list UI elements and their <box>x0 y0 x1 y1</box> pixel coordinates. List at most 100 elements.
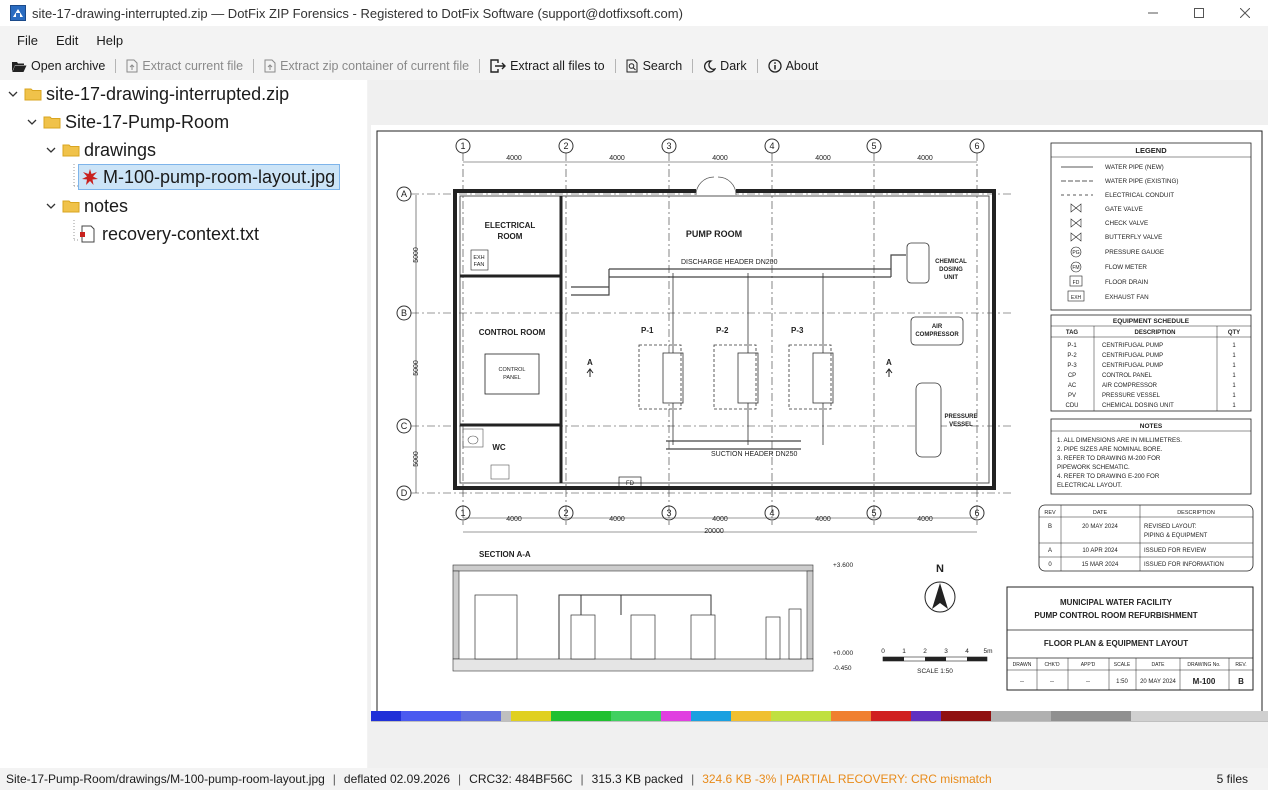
toolbar-separator <box>692 59 694 73</box>
dim-label: 4000 <box>506 155 522 162</box>
tree-item-root-zip[interactable]: site-17-drawing-interrupted.zip <box>6 81 289 107</box>
maximize-button[interactable] <box>1176 0 1222 26</box>
toolbar-separator <box>479 59 481 73</box>
suction-header-label: SUCTION HEADER DN250 <box>711 451 797 458</box>
schedule-header: TAG <box>1066 330 1079 336</box>
extract-current-label: Extract current file <box>142 59 244 73</box>
menu-help[interactable]: Help <box>89 30 130 51</box>
schedule-cell: CDU <box>1066 403 1079 409</box>
svg-text:COMPRESSOR: COMPRESSOR <box>915 332 959 338</box>
room-label: PUMP ROOM <box>686 229 742 239</box>
rev-header: REV <box>1044 510 1056 516</box>
room-label: WC <box>492 443 506 452</box>
grid-col-label: 1 <box>460 141 465 151</box>
close-button[interactable] <box>1222 0 1268 26</box>
menu-file[interactable]: File <box>10 30 45 51</box>
extract-all-button[interactable]: Extract all files to <box>487 57 607 75</box>
tree-item-label: drawings <box>84 139 157 160</box>
maximize-icon <box>1194 8 1204 18</box>
info-icon <box>767 59 782 73</box>
chevron-down-icon[interactable] <box>6 87 20 101</box>
menu-bar: File Edit Help <box>0 28 1268 52</box>
notes-title: NOTES <box>1140 423 1163 430</box>
schedule-cell: CP <box>1068 373 1076 379</box>
close-icon <box>1240 8 1250 18</box>
scale-tick: 1 <box>902 648 906 655</box>
svg-text:N: N <box>936 563 944 575</box>
schedule-cell: AIR COMPRESSOR <box>1102 383 1158 389</box>
grid-col-label: 6 <box>974 508 979 518</box>
extract-current-file-button[interactable]: Extract current file <box>123 57 246 75</box>
scale-tick: 5m <box>983 648 992 655</box>
text-file-icon <box>80 225 95 243</box>
status-method: deflated 02.09.2026 <box>343 772 451 786</box>
dim-label: 4000 <box>609 516 625 523</box>
dim-label: 4000 <box>712 155 728 162</box>
open-folder-icon <box>12 61 27 72</box>
toolbar-separator <box>115 59 117 73</box>
extract-zip-container-button[interactable]: Extract zip container of current file <box>261 57 472 75</box>
schedule-cell: CONTROL PANEL <box>1102 373 1153 379</box>
rev-cell: 10 APR 2024 <box>1082 548 1118 554</box>
status-separator: | <box>458 772 462 786</box>
scale-tick: 4 <box>965 648 969 655</box>
dim-label: 4000 <box>609 155 625 162</box>
search-button[interactable]: Search <box>623 57 686 75</box>
svg-text:A: A <box>886 358 892 367</box>
tb-header: DRAWING No. <box>1187 662 1220 668</box>
dark-mode-button[interactable]: Dark <box>700 57 749 75</box>
legend-item: WATER PIPE (NEW) <box>1105 164 1164 171</box>
grid-row-label: D <box>401 488 408 498</box>
svg-text:AIR: AIR <box>932 324 943 330</box>
tree-item-notes-folder[interactable]: notes <box>44 193 128 219</box>
scale-tick: 0 <box>881 648 885 655</box>
rev-header: DESCRIPTION <box>1177 510 1215 516</box>
pump-label: P-1 <box>641 326 654 335</box>
exhaust-fan-label: EXH FAN <box>473 255 484 268</box>
legend-item: FLOW METER <box>1105 264 1147 271</box>
chevron-down-icon[interactable] <box>44 199 58 213</box>
about-button[interactable]: About <box>765 57 822 75</box>
tree-item-drawings-folder[interactable]: drawings <box>44 137 156 163</box>
tree-item-recovery-txt[interactable]: recovery-context.txt <box>80 221 259 247</box>
section-title: SECTION A-A <box>479 550 531 559</box>
schedule-cell: P-2 <box>1067 353 1077 359</box>
svg-text:PRESSURE: PRESSURE <box>944 414 977 420</box>
rev-header: DATE <box>1093 510 1108 516</box>
open-archive-label: Open archive <box>31 59 106 73</box>
scale-label: SCALE 1:50 <box>917 668 953 675</box>
legend-symbol: FD <box>1073 280 1080 286</box>
window-title: site-17-drawing-interrupted.zip — DotFix… <box>32 5 683 21</box>
archive-tree[interactable]: site-17-drawing-interrupted.zip Site-17-… <box>0 80 367 768</box>
folder-icon <box>62 144 80 157</box>
dark-label: Dark <box>720 59 747 73</box>
schedule-cell: CHEMICAL DOSING UNIT <box>1102 403 1174 409</box>
status-path: Site-17-Pump-Room/drawings/M-100-pump-ro… <box>6 772 325 786</box>
open-archive-button[interactable]: Open archive <box>8 57 108 75</box>
note-line: 3. REFER TO DRAWING M-200 FOR <box>1057 455 1161 462</box>
chevron-down-icon[interactable] <box>25 115 39 129</box>
floor-drain-label: FD <box>626 481 635 487</box>
dim-label: 4000 <box>917 155 933 162</box>
chevron-down-icon[interactable] <box>44 143 58 157</box>
dim-label: 5000 <box>413 451 420 467</box>
tree-item-label: site-17-drawing-interrupted.zip <box>46 83 290 104</box>
dim-label: 4000 <box>712 516 728 523</box>
legend-item: BUTTERFLY VALVE <box>1105 234 1162 241</box>
note-line: PIPEWORK SCHEMATIC. <box>1057 464 1130 471</box>
grid-row-label: C <box>401 421 408 431</box>
status-warning: 324.6 KB -3% | PARTIAL RECOVERY: CRC mis… <box>702 772 992 786</box>
tb-value: -- <box>1086 679 1090 685</box>
minimize-button[interactable] <box>1130 0 1176 26</box>
toolbar-separator <box>253 59 255 73</box>
note-line: 2. PIPE SIZES ARE NOMINAL BORE. <box>1057 446 1163 453</box>
tree-item-site-folder[interactable]: Site-17-Pump-Room <box>25 109 229 135</box>
tree-item-layout-jpg[interactable]: M-100-pump-room-layout.jpg <box>78 164 341 190</box>
menu-edit[interactable]: Edit <box>49 30 85 51</box>
toolbar-separator <box>614 59 616 73</box>
status-separator: | <box>691 772 695 786</box>
svg-text:A: A <box>587 358 593 367</box>
schedule-cell: CENTRIFUGAL PUMP <box>1102 353 1163 359</box>
status-bar: Site-17-Pump-Room/drawings/M-100-pump-ro… <box>0 768 1268 790</box>
tb-header: CHK'D <box>1044 662 1060 668</box>
